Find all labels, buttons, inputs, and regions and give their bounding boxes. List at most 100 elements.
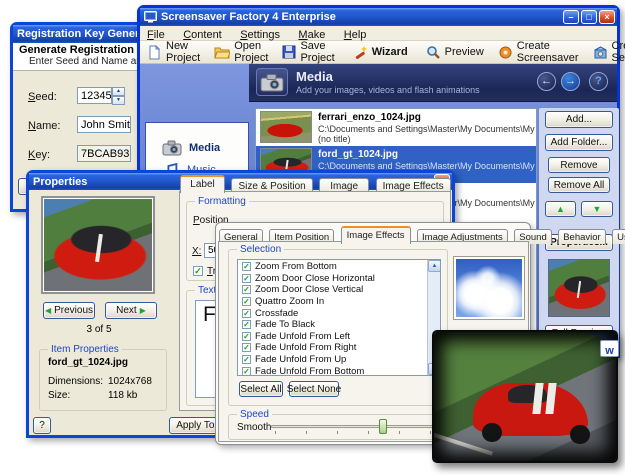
media-list-item[interactable]: ferrari_enzo_1024.jpg C:\Documents and S… xyxy=(256,109,536,146)
add-folder-label: Add Folder... xyxy=(551,137,608,148)
help-icon: ? xyxy=(39,420,45,431)
name-input[interactable]: John Smith xyxy=(77,116,131,133)
tab-label[interactable]: Label xyxy=(180,175,225,193)
checkbox-checked-icon[interactable]: ✓ xyxy=(242,297,251,306)
minimize-button[interactable]: – xyxy=(563,10,579,24)
create-screensaver-button[interactable]: Create Screensaver xyxy=(491,41,586,63)
wizard-button[interactable]: Wizard xyxy=(346,41,415,63)
sidebar-media-label: Media xyxy=(189,142,220,154)
new-project-button[interactable]: New Project xyxy=(140,41,207,63)
effect-label: Fade Unfold From Bottom xyxy=(255,366,364,376)
spinner-up-icon[interactable]: ▲ xyxy=(112,87,125,96)
name-value: John Smith xyxy=(81,119,131,131)
open-project-button[interactable]: Open Project xyxy=(207,41,275,63)
forward-arrow-icon: → xyxy=(565,75,576,87)
media-title: (no title) xyxy=(318,134,351,144)
preview-label: Preview xyxy=(445,46,484,58)
main-window-titlebar[interactable]: Screensaver Factory 4 Enterprise – □ × xyxy=(140,8,617,26)
gear-icon xyxy=(498,45,513,60)
create-setup-button[interactable]: Create Setup ▼ xyxy=(586,41,625,63)
tab-image-effects[interactable]: Image Effects xyxy=(341,226,411,244)
save-project-button[interactable]: Save Project xyxy=(275,41,341,63)
remove-label: Remove xyxy=(560,160,597,171)
item-properties-group: Item Properties ford_gt_1024.jpg Dimensi… xyxy=(39,349,167,411)
media-thumbnail xyxy=(260,111,312,143)
effect-item[interactable]: ✓ Quattro Zoom In xyxy=(238,296,427,308)
tab-behavior[interactable]: Behavior xyxy=(558,229,606,244)
effect-label: Zoom Door Close Vertical xyxy=(255,284,363,295)
effect-item[interactable]: ✓ Crossfade xyxy=(238,307,427,319)
effect-item[interactable]: ✓ Fade Unfold From Left xyxy=(238,331,427,343)
forward-button[interactable]: → xyxy=(561,72,580,91)
tab-user-interface[interactable]: User Interface xyxy=(612,229,625,244)
up-arrow-icon: ▲ xyxy=(556,204,565,214)
add-button[interactable]: Add... xyxy=(545,111,613,128)
effect-item[interactable]: ✓ Fade Unfold From Bottom xyxy=(238,365,427,376)
effect-item[interactable]: ✓Zoom From Bottom xyxy=(238,261,427,273)
effect-item[interactable]: ✓Fade Unfold From Right xyxy=(238,342,427,354)
transparent-checkbox[interactable]: ✓ xyxy=(193,266,203,276)
move-up-button[interactable]: ▲ xyxy=(545,201,576,217)
button-fragment[interactable]: w xyxy=(600,340,619,357)
effect-preview-image xyxy=(456,259,522,317)
checkbox-checked-icon[interactable]: ✓ xyxy=(242,355,251,364)
next-arrow-icon: ▶ xyxy=(140,306,146,315)
checkbox-checked-icon[interactable]: ✓ xyxy=(242,262,251,271)
magnifier-icon xyxy=(426,45,441,60)
checkbox-checked-icon[interactable]: ✓ xyxy=(242,343,251,352)
app-icon xyxy=(144,11,157,23)
effect-label: Fade Unfold From Left xyxy=(255,331,350,342)
spinner-down-icon[interactable]: ▼ xyxy=(112,96,125,105)
effect-label: Quattro Zoom In xyxy=(255,296,324,307)
preview-button[interactable]: Preview xyxy=(419,41,491,63)
setup-box-icon xyxy=(593,45,608,60)
selection-group: Selection ✓Zoom From Bottom ✓Zoom Door C… xyxy=(228,249,448,406)
sidebar-item-media[interactable]: Media xyxy=(146,137,248,159)
effect-item[interactable]: ✓Fade To Black xyxy=(238,319,427,331)
scroll-up-icon[interactable]: ▲ xyxy=(428,260,441,272)
remove-button[interactable]: Remove xyxy=(548,157,610,173)
properties-help-button[interactable]: ? xyxy=(33,417,51,434)
previous-button[interactable]: ◀ Previous xyxy=(43,302,95,319)
checkbox-checked-icon[interactable]: ✓ xyxy=(242,332,251,341)
button-fragment-label: w xyxy=(605,345,614,357)
smooth-label: Smooth xyxy=(237,422,271,433)
checkbox-checked-icon[interactable]: ✓ xyxy=(242,274,251,283)
select-all-button[interactable]: Select All xyxy=(239,381,283,397)
seed-spinner[interactable]: ▲ ▼ xyxy=(112,87,125,104)
media-header-title: Media xyxy=(296,69,333,84)
checkbox-checked-icon[interactable]: ✓ xyxy=(242,367,251,376)
seed-input[interactable]: 12345 xyxy=(77,87,112,104)
checkbox-checked-icon[interactable]: ✓ xyxy=(242,285,251,294)
media-filename: ferrari_enzo_1024.jpg xyxy=(318,112,421,123)
wizard-label: Wizard xyxy=(372,46,408,58)
maximize-button[interactable]: □ xyxy=(581,10,597,24)
effects-listbox[interactable]: ✓Zoom From Bottom ✓Zoom Door Close Horiz… xyxy=(237,259,441,376)
back-button[interactable]: ← xyxy=(537,72,556,91)
move-down-button[interactable]: ▼ xyxy=(581,201,613,217)
effect-label: Crossfade xyxy=(255,308,298,319)
main-window-title: Screensaver Factory 4 Enterprise xyxy=(161,11,336,23)
media-header-subtitle: Add your images, videos and flash animat… xyxy=(296,85,480,95)
speed-slider-thumb[interactable] xyxy=(379,419,387,434)
checkbox-checked-icon[interactable]: ✓ xyxy=(242,320,251,329)
effect-item[interactable]: ✓Fade Unfold From Up xyxy=(238,354,427,366)
save-project-label: Save Project xyxy=(300,40,334,64)
remove-all-button[interactable]: Remove All xyxy=(548,177,610,193)
select-none-button[interactable]: Select None xyxy=(289,381,339,397)
add-label: Add... xyxy=(566,114,592,125)
size-label: Size: xyxy=(48,390,70,401)
formatting-group-label: Formatting xyxy=(195,196,249,207)
checkbox-checked-icon[interactable]: ✓ xyxy=(242,309,251,318)
effect-item[interactable]: ✓Zoom Door Close Horizontal xyxy=(238,273,427,285)
add-folder-button[interactable]: Add Folder... xyxy=(545,134,613,151)
properties-window-title: Properties xyxy=(33,176,87,188)
help-button[interactable]: ? xyxy=(589,72,608,91)
item-preview-image xyxy=(44,199,152,291)
next-button[interactable]: Next ▶ xyxy=(105,302,157,319)
selection-group-label: Selection xyxy=(237,244,284,255)
close-button[interactable]: × xyxy=(599,10,615,24)
seed-value: 12345 xyxy=(81,90,112,102)
effect-item[interactable]: ✓ Zoom Door Close Vertical xyxy=(238,284,427,296)
screenshot: Registration Key Generator Generate Regi… xyxy=(0,0,625,475)
